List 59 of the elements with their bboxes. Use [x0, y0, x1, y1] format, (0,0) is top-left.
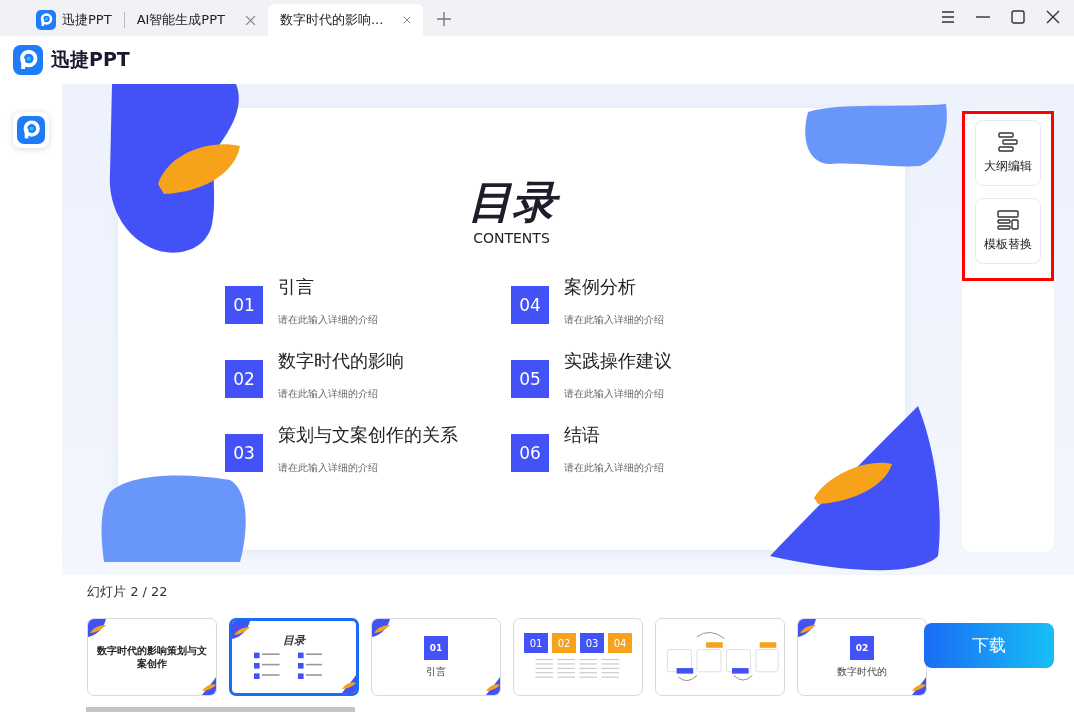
number-badge: 04: [511, 286, 549, 324]
menu-icon[interactable]: [941, 10, 955, 24]
blob-drawing: [798, 619, 818, 637]
template-button[interactable]: 模板替换: [975, 198, 1041, 264]
blob-drawing: [232, 621, 252, 639]
blob-drawing: [372, 619, 392, 637]
maximize-icon[interactable]: [1011, 10, 1025, 24]
number-banner: 03: [580, 633, 604, 653]
blob-drawing: [486, 677, 500, 695]
close-icon[interactable]: [1046, 10, 1060, 24]
item-title: 案例分析: [564, 275, 637, 299]
tab[interactable]: 迅捷PPT: [24, 4, 124, 36]
slide-thumbnail[interactable]: 02 数字时代的: [797, 618, 927, 696]
number-badge: 02: [225, 360, 263, 398]
item-title: 实践操作建议: [564, 349, 672, 373]
blob-drawing: [342, 675, 356, 693]
number-badge: 02: [850, 635, 874, 660]
slide-thumbnail[interactable]: 数字时代的影响策划与文案创作: [87, 618, 217, 696]
item-description: 请在此输入详细的介绍: [278, 313, 378, 327]
item-title: 数字时代的影响: [278, 349, 404, 373]
number-badge: 05: [511, 360, 549, 398]
tab[interactable]: 数字时代的影响...: [268, 4, 424, 36]
item-title: 策划与文案创作的关系: [278, 423, 458, 447]
item-title: 引言: [278, 275, 315, 299]
number-badge: 01: [225, 286, 263, 324]
number-badge: 06: [511, 434, 549, 472]
blob-drawing: [202, 677, 216, 695]
number-badge: 03: [225, 434, 263, 472]
item-description: 请在此输入详细的介绍: [278, 461, 379, 475]
number-banner: 01: [524, 633, 548, 653]
number-banner: 04: [608, 633, 632, 653]
slide-thumbnail[interactable]: 01 引言: [371, 618, 501, 696]
new-tab-icon[interactable]: [437, 12, 452, 26]
slide-thumbnail[interactable]: 01 02 03 04: [513, 618, 643, 696]
item-description: 请在此输入详细的介绍: [564, 387, 665, 401]
bars-icon: [997, 131, 1019, 152]
app-logo-button[interactable]: [13, 112, 49, 148]
item-description: 请在此输入详细的介绍: [278, 387, 379, 401]
thumbnail-title: 数字时代的: [837, 664, 887, 679]
outline-edit-button[interactable]: 大纲编辑: [975, 120, 1041, 186]
blob-drawing: [912, 677, 926, 695]
thumbnail-title: 目录: [283, 632, 305, 648]
layout-icon: [997, 209, 1019, 230]
item-title: 结语: [564, 423, 601, 447]
slide-thumbnail[interactable]: 目录: [229, 618, 359, 696]
item-description: 请在此输入详细的介绍: [564, 313, 664, 327]
thumbnail-title: 引言: [426, 664, 446, 679]
slide-thumbnail[interactable]: [655, 618, 785, 696]
app-logo-icon: [36, 10, 56, 30]
slide-counter: 幻灯片 2 / 22: [87, 583, 169, 601]
number-banner: 02: [552, 633, 576, 653]
item-description: 请在此输入详细的介绍: [564, 461, 664, 475]
blob-drawing: [88, 619, 108, 637]
thumbnail-title: 数字时代的影响策划与文案创作: [97, 644, 207, 670]
app-logo-icon: [13, 45, 43, 75]
tab[interactable]: AI智能生成PPT: [124, 4, 268, 36]
slide-subtitle: CONTENTS: [473, 230, 550, 246]
brand-name: 迅捷PPT: [51, 47, 130, 72]
number-badge: 01: [424, 635, 448, 660]
